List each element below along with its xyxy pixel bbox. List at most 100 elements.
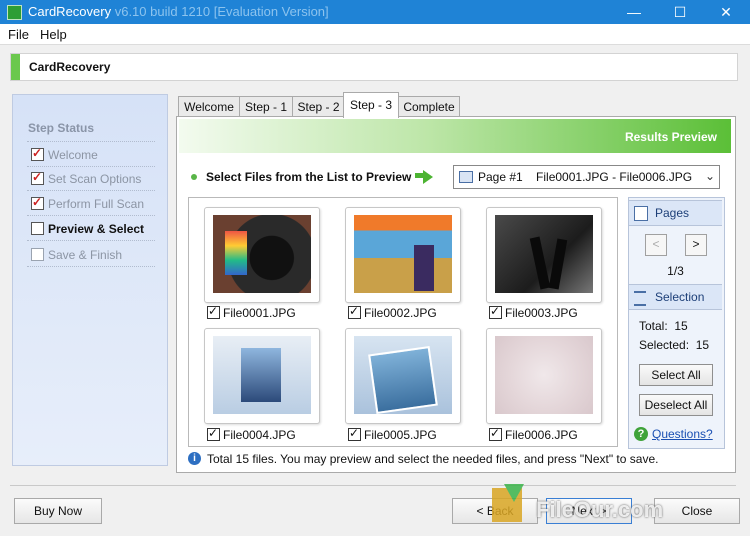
tab-welcome[interactable]: Welcome: [178, 96, 240, 117]
tab-complete[interactable]: Complete: [398, 96, 460, 117]
file-name: File0003.JPG: [505, 306, 578, 320]
thumbnail-2-label[interactable]: File0002.JPG: [348, 304, 437, 320]
menu-bar: File Help: [0, 24, 750, 45]
header-title: CardRecovery: [29, 60, 111, 74]
selection-header: Selection: [629, 284, 722, 310]
thumbnail-image: [495, 336, 593, 414]
page-select-value: Page #1 File0001.JPG - File0006.JPG: [478, 170, 693, 184]
file-name: File0006.JPG: [505, 428, 578, 442]
page-indicator: 1/3: [667, 264, 684, 278]
select-all-button[interactable]: Select All: [639, 364, 713, 386]
step-item-scan-options: Set Scan Options: [31, 170, 142, 186]
buy-now-button[interactable]: Buy Now: [14, 498, 102, 524]
selected-count: Selected: 15: [639, 338, 710, 352]
pages-icon: [634, 206, 648, 221]
thumbnail-image: [213, 336, 311, 414]
divider: [27, 141, 155, 142]
step-item-preview-select: Preview & Select: [31, 222, 144, 236]
thumbnail-image: [354, 215, 452, 293]
title-bar: CardRecovery v6.10 build 1210 [Evaluatio…: [0, 0, 750, 24]
results-banner: Results Preview: [179, 119, 731, 153]
checkbox-icon[interactable]: [348, 426, 361, 441]
thumbnail-3[interactable]: [486, 207, 602, 303]
checkbox-icon[interactable]: [207, 304, 220, 319]
thumbnail-6-label[interactable]: File0006.JPG: [489, 426, 578, 442]
checkbox-icon[interactable]: [348, 304, 361, 319]
watermark-text: FileOur.com: [536, 497, 664, 522]
thumbnail-3-label[interactable]: File0003.JPG: [489, 304, 578, 320]
file-name: File0004.JPG: [223, 428, 296, 442]
step-label: Set Scan Options: [48, 172, 142, 186]
help-icon: ?: [634, 427, 648, 441]
step-check-icon: [31, 222, 44, 235]
step-label: Welcome: [48, 148, 98, 162]
deselect-all-button[interactable]: Deselect All: [639, 394, 713, 416]
tab-step-3[interactable]: Step - 3: [343, 92, 399, 118]
checkbox-icon[interactable]: [489, 426, 502, 441]
divider: [10, 485, 736, 486]
divider: [27, 166, 155, 167]
questions-link[interactable]: Questions?: [652, 427, 713, 441]
thumbnail-image: [354, 336, 452, 415]
selection-label: Selection: [655, 290, 705, 304]
thumbnail-2[interactable]: [345, 207, 461, 303]
arrow-right-icon: [423, 170, 433, 184]
checkbox-icon[interactable]: [489, 304, 502, 319]
thumbnail-image: [495, 215, 593, 293]
thumbnail-5[interactable]: [345, 328, 461, 424]
info-icon: i: [188, 452, 201, 465]
thumbnail-4-label[interactable]: File0004.JPG: [207, 426, 296, 442]
step-item-save-finish: Save & Finish: [31, 248, 122, 262]
divider: [27, 266, 155, 267]
thumbnail-grid: File0001.JPG File0002.JPG File0003.JPG F…: [188, 197, 618, 447]
minimize-button[interactable]: —: [614, 0, 654, 24]
side-panel: Pages < > 1/3 Selection Total: 15 Select…: [628, 197, 725, 449]
step-check-icon: [31, 248, 44, 261]
pages-label: Pages: [655, 206, 690, 220]
step-item-welcome: Welcome: [31, 146, 98, 162]
checkbox-icon[interactable]: [207, 426, 220, 441]
thumbnail-1[interactable]: [204, 207, 320, 303]
thumbnail-detail: [241, 348, 281, 402]
thumbnail-detail: [548, 238, 568, 290]
list-icon: [634, 291, 646, 306]
total-count: Total: 15: [639, 319, 688, 333]
arrow-shaft: [415, 173, 423, 178]
step-status-panel: Step Status Welcome Set Scan Options Per…: [12, 94, 168, 466]
prev-page-button[interactable]: <: [645, 234, 667, 256]
pages-header: Pages: [629, 200, 722, 226]
maximize-button[interactable]: ☐: [660, 0, 700, 24]
thumbnail-4[interactable]: [204, 328, 320, 424]
window-title-main: CardRecovery: [28, 4, 112, 19]
file-name: File0005.JPG: [364, 428, 437, 442]
step-status-title: Step Status: [28, 121, 95, 135]
page-select-dropdown[interactable]: Page #1 File0001.JPG - File0006.JPG ⌄: [453, 165, 720, 189]
thumbnail-detail: [414, 245, 434, 291]
tab-step-2[interactable]: Step - 2: [292, 96, 345, 117]
file-name: File0002.JPG: [364, 306, 437, 320]
thumbnail-image: [213, 215, 311, 293]
bullet-icon: [191, 174, 197, 180]
chevron-down-icon[interactable]: ⌄: [705, 169, 715, 183]
divider: [27, 190, 155, 191]
download-arrow-icon: [504, 484, 524, 502]
thumbnail-5-label[interactable]: File0005.JPG: [348, 426, 437, 442]
menu-file[interactable]: File: [8, 27, 29, 42]
close-window-button[interactable]: ✕: [706, 0, 746, 24]
divider: [27, 240, 155, 241]
file-name: File0001.JPG: [223, 306, 296, 320]
thumbnail-detail: [225, 231, 247, 275]
app-icon: [7, 5, 22, 20]
tab-step-1[interactable]: Step - 1: [239, 96, 293, 117]
thumbnail-1-label[interactable]: File0001.JPG: [207, 304, 296, 320]
thumbnail-detail: [529, 236, 551, 290]
step-check-icon: [31, 170, 44, 185]
thumbnail-detail: [368, 345, 438, 415]
menu-help[interactable]: Help: [40, 27, 67, 42]
thumbnail-6[interactable]: [486, 328, 602, 424]
status-text: Total 15 files. You may preview and sele…: [207, 452, 659, 466]
divider: [27, 215, 155, 216]
next-page-button[interactable]: >: [685, 234, 707, 256]
results-banner-title: Results Preview: [624, 130, 717, 144]
close-button[interactable]: Close: [654, 498, 740, 524]
